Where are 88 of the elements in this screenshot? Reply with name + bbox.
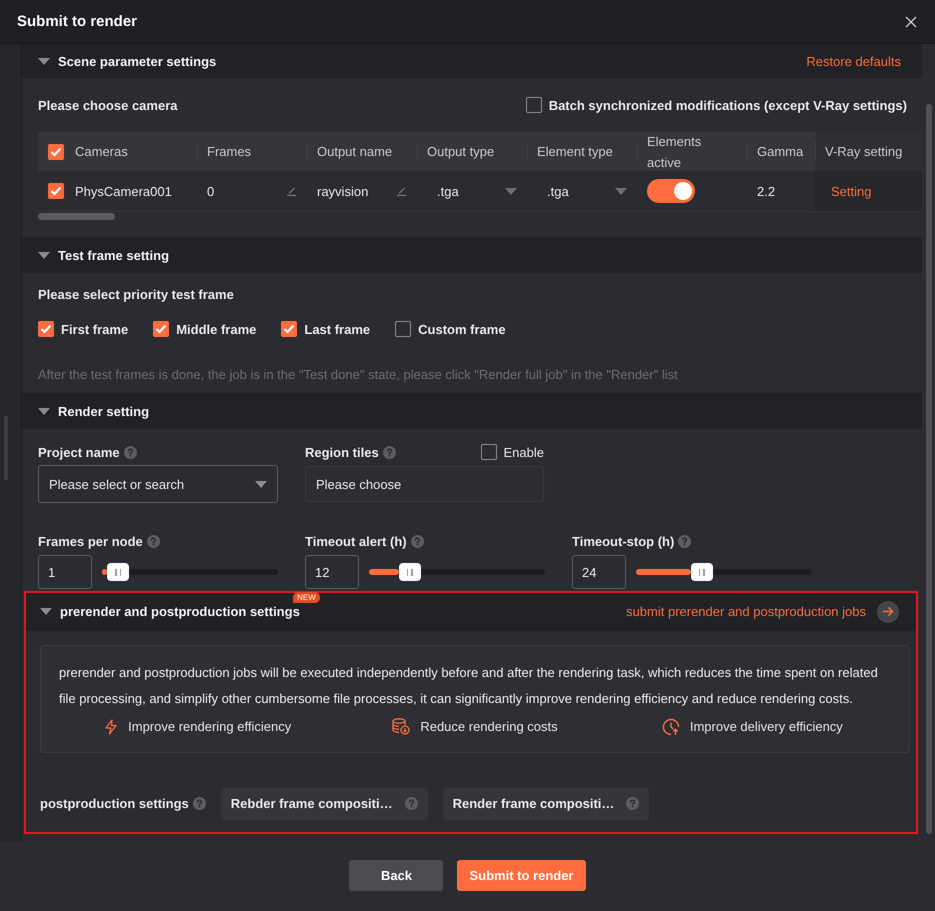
scrollbar[interactable] [38,212,115,220]
frames-field[interactable]: 0 [207,184,297,198]
setting-link[interactable]: Setting [831,184,872,198]
edit-icon[interactable] [396,186,407,196]
benefit-label: Reduce rendering costs [420,719,558,734]
checkbox-label: Custom frame [418,322,506,337]
section-title: Test frame setting [58,248,170,263]
slider-track[interactable] [636,563,812,582]
checkbox[interactable] [480,444,497,460]
help-icon[interactable] [626,797,640,810]
slider-thumb[interactable] [690,563,713,582]
checkbox[interactable] [48,144,64,160]
checkbox[interactable] [38,321,54,338]
camera-label: Please choose camera [38,98,178,112]
column-header: Frames [197,132,307,171]
caret-icon[interactable] [615,188,627,194]
field-label: Project name [38,444,120,460]
field-label: postproduction settings [40,796,189,812]
number-field[interactable]: 12 [305,555,359,590]
section-title: Render setting [58,404,150,419]
lightning-icon [104,718,118,735]
slider-thumb[interactable] [398,563,421,582]
number-field[interactable]: 24 [572,555,626,590]
project-select[interactable]: Please select or search [38,465,278,504]
checkbox[interactable] [48,183,64,199]
checkbox-label: Last frame [304,322,370,337]
checkbox-label: Batch synchronized modifications (except V-Ray settings) [548,98,907,112]
collapse-icon[interactable] [38,252,50,259]
number-field[interactable]: 1 [38,555,92,590]
column-header: Element type [527,132,637,171]
slider-track[interactable] [102,563,278,582]
caret-icon[interactable] [505,188,517,194]
region-tiles-field[interactable]: Please choose [305,466,544,502]
column-header: Elements active [637,132,747,171]
composition-option[interactable]: Render frame compositi… [442,788,650,820]
benefit-label: Improve rendering efficiency [128,719,292,734]
collapse-icon[interactable] [38,408,50,415]
element-type-select[interactable]: .tga [547,184,627,198]
section-title: Scene parameter settings [58,54,216,68]
section-title: prerender and postproduction settings [60,604,300,620]
help-icon[interactable] [410,534,424,548]
hint-text: After the test frames is done, the job is in the "Test done" state, please click "Render full job" in the "Render" list [38,366,678,382]
checkbox-label: Middle frame [176,322,256,337]
field-label: Frames per node [38,534,143,549]
column-header: Gamma [747,132,815,171]
field-label: Region tiles [305,444,379,460]
description-text: prerender and postproduction jobs will be executed independently before and after the rendering task, which reduces the time spent on related file processing, and simplify other cumbersome file processes, it can significantly improve rendering efficiency and reduce rendering costs. [59,664,879,708]
column-header: Output type [417,132,527,171]
checkbox[interactable] [395,321,412,338]
collapse-icon[interactable] [38,58,50,64]
toggle-switch[interactable] [647,179,695,203]
caret-icon[interactable] [255,480,267,488]
back-button[interactable]: Back [349,860,444,891]
checkbox[interactable] [153,321,170,338]
column-header: Output name [307,132,417,171]
scrollbar[interactable] [926,104,932,834]
help-icon[interactable] [678,534,692,548]
column-header: Cameras [75,143,128,161]
submit-jobs-link[interactable]: submit prerender and postproduction jobs [626,604,866,620]
slider-thumb[interactable] [107,563,130,582]
edit-icon[interactable] [286,186,297,196]
field-label: Timeout alert (h) [305,534,407,549]
slider-track[interactable] [369,563,545,582]
checkbox[interactable] [526,97,542,113]
help-icon[interactable] [192,797,206,810]
checkbox[interactable] [281,321,298,338]
help-icon[interactable] [124,446,137,459]
output-name-field[interactable]: rayvision [317,184,407,198]
output-type-select[interactable]: .tga [437,184,517,198]
column-header: V-Ray setting [815,132,922,171]
new-badge: NEW [293,592,320,604]
benefit-label: Improve delivery efficiency [690,719,843,734]
help-icon[interactable] [146,534,160,548]
prompt-label: Please select priority test frame [38,286,234,302]
help-icon[interactable] [404,797,418,810]
window-title: Submit to render [17,13,138,30]
camera-name: PhysCamera001 [75,184,172,198]
help-icon[interactable] [382,446,396,459]
table-cell-text: 2.2 [756,182,776,200]
composition-option[interactable]: Rebder frame compositi… [220,788,428,820]
close-icon[interactable] [905,16,917,28]
clock-icon [662,718,680,736]
coins-icon [392,718,410,736]
checkbox-label: First frame [61,322,128,337]
collapse-icon[interactable] [40,608,52,616]
field-label: Timeout-stop (h) [572,534,674,549]
restore-defaults-link[interactable]: Restore defaults [806,54,901,68]
checkbox-label: Enable [504,444,544,460]
